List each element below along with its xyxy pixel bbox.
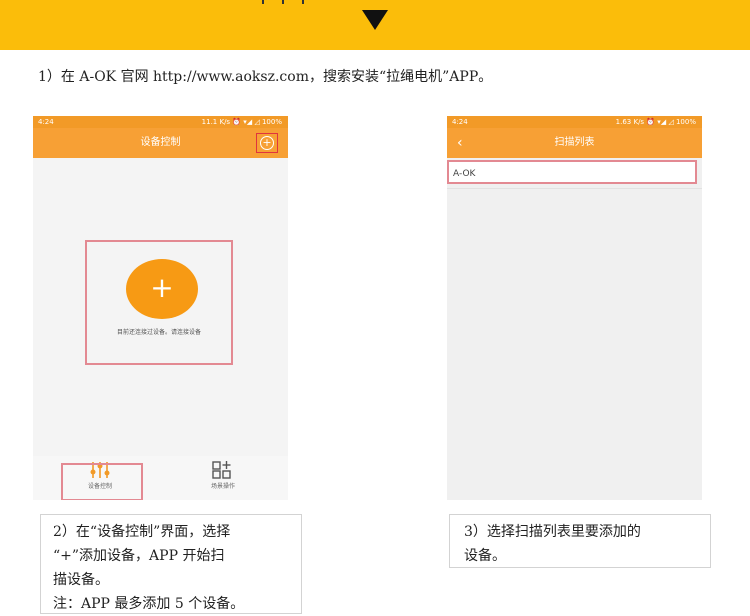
banner-tick (282, 0, 284, 4)
top-banner (0, 0, 750, 50)
status-indicators: 1.63 K/s ⏰ ▾◢ ◿ 100% (615, 118, 696, 126)
app-bar: 设备控制 + (33, 128, 288, 158)
status-time: 4:24 (452, 118, 468, 126)
tab-scene-operation[interactable]: 场景操作 (183, 460, 263, 496)
step2-note: 2）在“设备控制”界面，选择 “+”添加设备，APP 开始扫 描设备。 注：AP… (40, 514, 302, 614)
note-line: 2）在“设备控制”界面，选择 (53, 524, 231, 540)
list-divider (447, 188, 702, 189)
status-bar: 4:24 11.1 K/s ⏰ ▾◢ ◿ 100% (33, 116, 288, 128)
note-line: 注：APP 最多添加 5 个设备。 (53, 596, 245, 612)
status-bar: 4:24 1.63 K/s ⏰ ▾◢ ◿ 100% (447, 116, 702, 128)
status-indicators: 11.1 K/s ⏰ ▾◢ ◿ 100% (201, 118, 282, 126)
note-line: “+”添加设备，APP 开始扫 (53, 548, 225, 564)
device-list-item[interactable]: A-OK (447, 160, 697, 184)
down-arrow-icon (362, 10, 388, 30)
tab-highlight (61, 463, 143, 500)
bottom-tab-bar: 设备控制 场景操作 (33, 456, 288, 500)
app-bar: ‹ 扫描列表 (447, 128, 702, 158)
banner-tick (302, 0, 304, 4)
add-device-circle-button[interactable]: + (126, 259, 198, 319)
screen-title: 设备控制 (140, 137, 181, 148)
scan-list-screenshot: 4:24 1.63 K/s ⏰ ▾◢ ◿ 100% ‹ 扫描列表 A-OK (447, 116, 702, 500)
note-line: 设备。 (464, 548, 506, 564)
screen-title: 扫描列表 (554, 137, 595, 148)
note-line: 3）选择扫描列表里要添加的 (464, 524, 641, 540)
grid-plus-icon (183, 460, 263, 482)
empty-hint: 目前还连接过设备。请连接设备 (116, 329, 201, 336)
note-line: 描设备。 (53, 572, 109, 588)
plus-circle-icon: + (260, 136, 274, 150)
device-control-screenshot: 4:24 11.1 K/s ⏰ ▾◢ ◿ 100% 设备控制 + + 目前还连接… (33, 116, 288, 500)
add-device-button[interactable]: + (256, 133, 278, 153)
empty-state-highlight: + 目前还连接过设备。请连接设备 (85, 240, 233, 365)
tab-label: 场景操作 (210, 483, 235, 490)
back-chevron-icon[interactable]: ‹ (457, 128, 463, 158)
banner-tick (262, 0, 264, 4)
status-time: 4:24 (38, 118, 54, 126)
step3-note: 3）选择扫描列表里要添加的 设备。 (449, 514, 711, 568)
intro-text: 1）在 A-OK 官网 http://www.aoksz.com，搜索安装“拉绳… (38, 69, 493, 85)
